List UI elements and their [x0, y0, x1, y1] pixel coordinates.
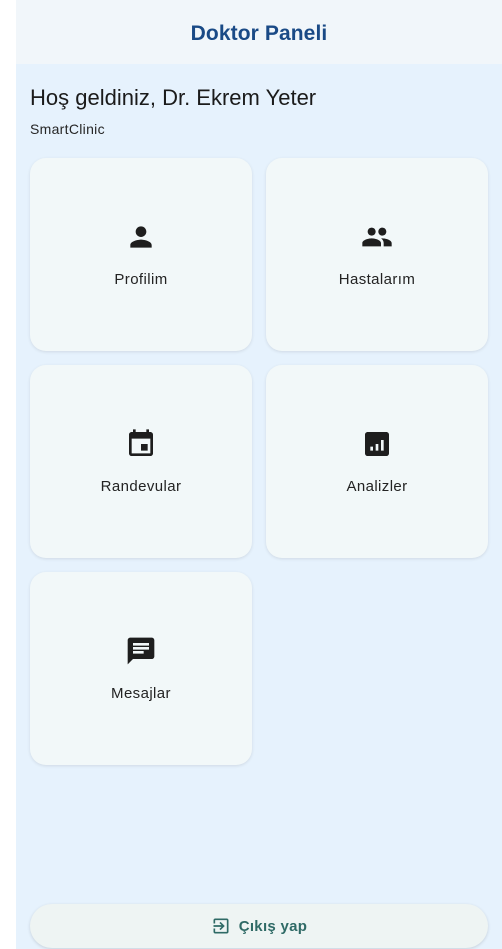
messages-card[interactable]: Mesajlar [30, 572, 252, 765]
messages-label: Mesajlar [111, 685, 171, 702]
people-icon [361, 221, 393, 253]
patients-label: Hastalarım [338, 271, 416, 288]
clinic-name: SmartClinic [30, 121, 105, 137]
app-screen: Doktor Paneli Hoş geldiniz, Dr. Ekrem Ye… [16, 0, 502, 949]
appointments-label: Randevular [100, 478, 182, 495]
page-title: Doktor Paneli [190, 22, 328, 45]
analytics-label: Analizler [346, 478, 408, 495]
welcome-text: Hoş geldiniz, Dr. Ekrem Yeter [30, 85, 317, 110]
patients-card[interactable]: Hastalarım [266, 158, 488, 351]
logout-label: Çıkış yap [238, 917, 308, 935]
analytics-card[interactable]: Analizler [266, 365, 488, 558]
calendar-icon [125, 428, 157, 460]
logout-button[interactable]: Çıkış yap [30, 904, 488, 948]
profile-label: Profilim [114, 271, 168, 288]
profile-card[interactable]: Profilim [30, 158, 252, 351]
message-icon [125, 635, 157, 667]
app-bar: Doktor Paneli [16, 0, 502, 64]
analytics-icon [361, 428, 393, 460]
logout-icon [211, 916, 231, 936]
appointments-card[interactable]: Randevular [30, 365, 252, 558]
person-icon [125, 221, 157, 253]
